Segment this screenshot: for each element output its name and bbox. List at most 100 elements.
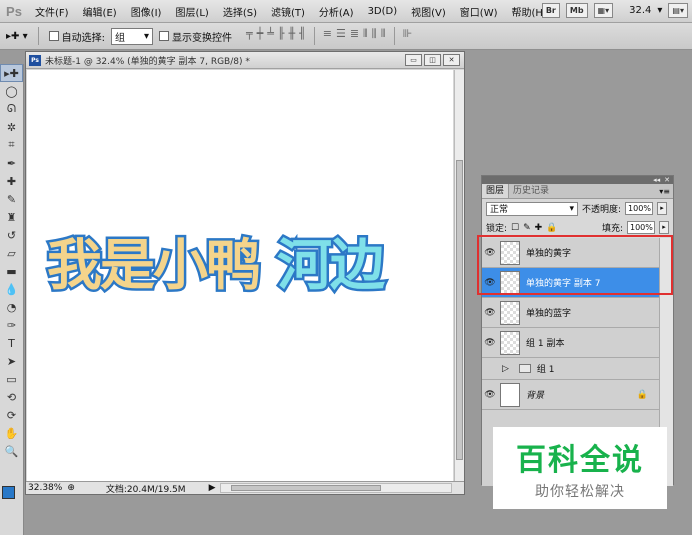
layer-group-row[interactable]: · ▷ 组 1 xyxy=(482,358,660,380)
options-bar: ▸✚ ▾ 自动选择: 组 ▾ 显示变换控件 ╤ ┿ ╧ ╟ ╫ ╢ ≡ ☰ ≣ … xyxy=(0,23,692,50)
horizontal-scrollbar[interactable] xyxy=(220,483,452,493)
3d-camera-icon[interactable]: ⟳ xyxy=(0,406,23,424)
align-bottom-icon[interactable]: ╧ xyxy=(267,27,274,45)
eye-icon[interactable]: 👁 xyxy=(482,338,498,348)
fill-field[interactable]: 100% xyxy=(627,221,655,234)
3d-rotate-icon[interactable]: ⟲ xyxy=(0,388,23,406)
auto-select-dropdown[interactable]: 组 ▾ xyxy=(110,27,153,45)
layer-row-background[interactable]: 👁 背景 🔒 xyxy=(482,380,660,410)
type-tool-icon[interactable]: T xyxy=(0,334,23,352)
lock-position-icon[interactable]: ✚ xyxy=(535,223,543,233)
clone-stamp-icon[interactable]: ♜ xyxy=(0,208,23,226)
quick-select-tool-icon[interactable]: ✲ xyxy=(0,118,23,136)
panel-close-icon[interactable]: ✕ xyxy=(664,176,670,184)
distribute-right-icon[interactable]: ⦀ xyxy=(381,27,386,45)
expand-arrow-icon[interactable]: ▷ xyxy=(502,364,509,374)
align-hcenter-icon[interactable]: ╫ xyxy=(288,27,295,45)
collapse-icon[interactable]: ◂◂ xyxy=(653,176,660,184)
path-select-icon[interactable]: ➤ xyxy=(0,352,23,370)
menu-right-controls: Br Mb ▦▾ 32.4 ▾ ▤▾ xyxy=(541,3,688,18)
arrange-docs-icon[interactable]: ▤▾ xyxy=(668,3,688,18)
canvas[interactable]: 我是小鸭 河边 xyxy=(27,70,453,482)
status-zoom-icon[interactable]: ⊕ xyxy=(67,483,75,493)
opacity-arrow-icon[interactable]: ▸ xyxy=(657,202,668,215)
shape-tool-icon[interactable]: ▭ xyxy=(0,370,23,388)
view-extras-icon[interactable]: ▦▾ xyxy=(593,3,614,18)
menu-image[interactable]: 图像(I) xyxy=(124,4,169,19)
move-tool-icon[interactable]: ▸✚ xyxy=(0,64,23,82)
eye-icon[interactable]: 👁 xyxy=(482,308,498,318)
layer-name: 单独的蓝字 xyxy=(526,309,572,319)
fill-label: 填充: xyxy=(601,224,623,234)
dodge-tool-icon[interactable]: ◔ xyxy=(0,298,23,316)
tab-layers[interactable]: 图层 xyxy=(482,184,510,198)
menu-view[interactable]: 视图(V) xyxy=(404,4,453,19)
menu-analysis[interactable]: 分析(A) xyxy=(312,4,361,19)
lock-pixels-icon[interactable]: ✎ xyxy=(523,223,531,233)
pen-tool-icon[interactable]: ✑ xyxy=(0,316,23,334)
menu-edit[interactable]: 编辑(E) xyxy=(76,4,124,19)
bridge-button[interactable]: Br xyxy=(541,3,560,18)
horizontal-scroll-thumb[interactable] xyxy=(231,485,382,491)
restore-icon[interactable]: ◫ xyxy=(424,54,441,66)
healing-brush-icon[interactable]: ✚ xyxy=(0,172,23,190)
vertical-scroll-thumb[interactable] xyxy=(456,160,463,460)
fill-arrow-icon[interactable]: ▸ xyxy=(659,221,669,234)
lock-all-icon[interactable]: 🔒 xyxy=(546,223,557,233)
menu-select[interactable]: 选择(S) xyxy=(216,4,264,19)
eyedropper-tool-icon[interactable]: ✒ xyxy=(0,154,23,172)
align-top-icon[interactable]: ╤ xyxy=(246,27,253,45)
menu-file[interactable]: 文件(F) xyxy=(28,4,76,19)
document-title-bar[interactable]: Ps 未标题-1 @ 32.4% (单独的黄字 副本 7, RGB/8) * ▭… xyxy=(26,52,464,69)
blend-mode-dropdown[interactable]: 正常 ▾ xyxy=(486,201,578,216)
hand-tool-icon[interactable]: ✋ xyxy=(0,424,23,442)
align-vcenter-icon[interactable]: ┿ xyxy=(257,27,264,45)
zoom-dropdown-icon[interactable]: ▾ xyxy=(657,5,662,16)
opacity-field[interactable]: 100% xyxy=(625,202,654,215)
lasso-tool-icon[interactable]: ᘏ xyxy=(0,100,23,118)
auto-align-icon[interactable]: ⊪ xyxy=(403,27,413,45)
distribute-vcenter-icon[interactable]: ☰ xyxy=(336,27,346,45)
close-icon[interactable]: ✕ xyxy=(443,54,460,66)
history-brush-icon[interactable]: ↺ xyxy=(0,226,23,244)
foreground-color-swatch[interactable] xyxy=(2,486,15,499)
align-right-icon[interactable]: ╢ xyxy=(299,27,306,45)
layer-row[interactable]: 👁 单独的蓝字 xyxy=(482,298,660,328)
status-menu-arrow-icon[interactable]: ▶ xyxy=(209,483,216,493)
distribute-bottom-icon[interactable]: ≣ xyxy=(350,27,359,45)
vertical-scrollbar[interactable] xyxy=(454,70,464,482)
auto-select-checkbox[interactable]: 自动选择: xyxy=(48,29,105,44)
panel-menu-icon[interactable]: ▾≡ xyxy=(659,184,670,198)
status-zoom[interactable]: 32.38% xyxy=(28,483,62,493)
tab-history[interactable]: 历史记录 xyxy=(509,184,553,198)
menu-3d[interactable]: 3D(D) xyxy=(361,6,405,17)
layer-row[interactable]: 👁 组 1 副本 xyxy=(482,328,660,358)
show-transform-checkbox[interactable]: 显示变换控件 xyxy=(158,29,232,44)
marquee-tool-icon[interactable]: ◯ xyxy=(0,82,23,100)
eye-icon[interactable]: 👁 xyxy=(482,390,498,400)
distribute-top-icon[interactable]: ≡ xyxy=(323,27,332,45)
zoom-level[interactable]: 32.4 xyxy=(629,5,651,16)
minimize-icon[interactable]: ▭ xyxy=(405,54,422,66)
checkbox-icon[interactable] xyxy=(48,31,59,41)
menu-filter[interactable]: 滤镜(T) xyxy=(264,4,312,19)
align-left-icon[interactable]: ╟ xyxy=(278,27,285,45)
menu-window[interactable]: 窗口(W) xyxy=(453,4,505,19)
zoom-tool-icon[interactable]: 🔍 xyxy=(0,442,23,460)
distribute-hcenter-icon[interactable]: ⫼ xyxy=(372,27,377,45)
crop-tool-icon[interactable]: ⌗ xyxy=(0,136,23,154)
brush-tool-icon[interactable]: ✎ xyxy=(0,190,23,208)
document-title: 未标题-1 @ 32.4% (单独的黄字 副本 7, RGB/8) * xyxy=(45,56,250,67)
separator xyxy=(393,27,395,45)
move-tool-preset-icon[interactable]: ▸✚ ▾ xyxy=(6,31,28,42)
eye-off-icon[interactable]: · xyxy=(482,364,498,374)
lock-transparent-icon[interactable]: ☐ xyxy=(511,223,519,233)
distribute-left-icon[interactable]: ⫴ xyxy=(363,27,368,45)
mini-bridge-button[interactable]: Mb xyxy=(565,3,588,18)
blur-tool-icon[interactable]: 💧 xyxy=(0,280,23,298)
menu-layer[interactable]: 图层(L) xyxy=(168,4,215,19)
status-bar: 32.38% ⊕ 文档:20.4M/19.5M ▶ xyxy=(26,481,464,495)
eraser-tool-icon[interactable]: ▱ xyxy=(0,244,23,262)
checkbox-icon[interactable] xyxy=(158,31,169,41)
gradient-tool-icon[interactable]: ▬ xyxy=(0,262,23,280)
